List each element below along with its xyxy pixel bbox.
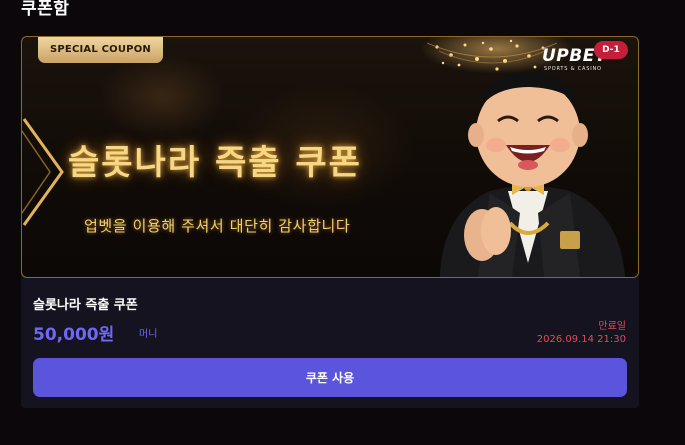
special-coupon-badge: SPECIAL COUPON	[38, 37, 163, 63]
use-coupon-button[interactable]: 쿠폰 사용	[33, 358, 627, 397]
mascot-illustration	[440, 72, 625, 277]
amount-unit: 머니	[139, 329, 158, 340]
banner-subline: 업벳을 이용해 주셔서 대단히 감사합니다	[84, 217, 351, 235]
coupon-banner: SPECIAL COUPON UPBET SPORTS & CASINO D-1…	[21, 36, 639, 278]
page-title: 쿠폰함	[21, 0, 70, 19]
d-day-badge: D-1	[594, 41, 628, 59]
expiry-date: 2026.09.14 21:30	[536, 334, 626, 345]
coupon-name: 슬롯나라 즉출 쿠폰	[33, 298, 138, 313]
coupon-card: SPECIAL COUPON UPBET SPORTS & CASINO D-1…	[21, 36, 639, 408]
coupon-amount: 50,000원	[33, 325, 115, 345]
expiry-label: 만료일	[598, 321, 626, 332]
banner-headline: 슬롯나라 즉출 쿠폰	[68, 143, 362, 183]
chevron-right-decoration	[22, 118, 64, 226]
